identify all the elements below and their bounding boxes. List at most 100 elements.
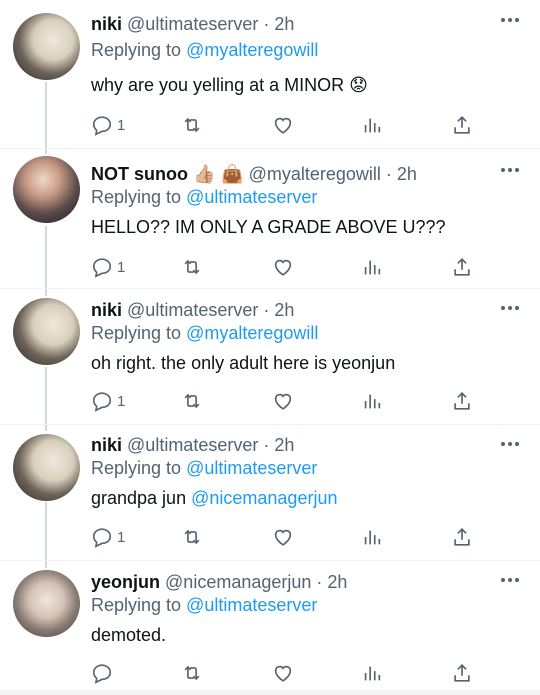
- avatar[interactable]: [13, 434, 80, 501]
- reply-icon: [92, 392, 112, 412]
- replying-to-mention[interactable]: @ultimateserver: [186, 187, 317, 207]
- avatar[interactable]: [13, 156, 80, 223]
- retweet-button[interactable]: [181, 388, 203, 414]
- reply-button[interactable]: 1: [91, 524, 125, 550]
- timestamp[interactable]: 2h: [327, 572, 347, 592]
- reply-button[interactable]: 1: [91, 254, 125, 280]
- views-icon: [364, 530, 381, 545]
- reply-button[interactable]: 1: [91, 388, 125, 414]
- share-icon: [454, 664, 470, 682]
- retweet-icon: [184, 259, 200, 275]
- tweet[interactable]: NOT sunoo 👍🏼 👜 @myalteregowill · 2h Repl…: [0, 148, 540, 288]
- tweet-text-body: grandpa jun: [91, 488, 187, 508]
- heart-icon: [274, 393, 292, 410]
- timestamp[interactable]: 2h: [274, 300, 294, 320]
- share-button[interactable]: [451, 660, 473, 686]
- heart-icon: [274, 259, 292, 276]
- views-button[interactable]: [361, 254, 383, 280]
- display-name[interactable]: yeonjun: [91, 572, 160, 592]
- like-button[interactable]: [272, 388, 294, 414]
- share-icon: [454, 116, 470, 134]
- replying-to: Replying to @ultimateserver: [91, 456, 317, 480]
- tweet-text-body: why are you yelling at a MINOR: [91, 75, 345, 95]
- separator-dot: ·: [263, 300, 270, 320]
- replying-to-label: Replying to: [91, 595, 182, 615]
- reply-button[interactable]: [91, 660, 117, 686]
- tweet-mention[interactable]: @nicemanagerjun: [191, 488, 337, 508]
- views-icon: [364, 394, 381, 409]
- views-button[interactable]: [361, 524, 383, 550]
- retweet-button[interactable]: [181, 660, 203, 686]
- replying-to: Replying to @myalteregowill: [91, 38, 318, 62]
- views-button[interactable]: [361, 660, 383, 686]
- separator-dot: ·: [316, 572, 323, 592]
- tweet-actions: 1: [91, 254, 481, 280]
- retweet-icon: [184, 529, 200, 545]
- views-button[interactable]: [361, 388, 383, 414]
- username[interactable]: @nicemanagerjun: [165, 572, 311, 592]
- replying-to-mention[interactable]: @ultimateserver: [186, 458, 317, 478]
- username[interactable]: @ultimateserver: [127, 300, 258, 320]
- tweet-text: HELLO?? IM ONLY A GRADE ABOVE U???: [91, 217, 446, 237]
- share-button[interactable]: [451, 388, 473, 414]
- timestamp[interactable]: 2h: [274, 435, 294, 455]
- retweet-button[interactable]: [181, 254, 203, 280]
- like-button[interactable]: [272, 524, 294, 550]
- separator-dot: ·: [385, 164, 392, 184]
- tweet[interactable]: niki @ultimateserver · 2h Replying to @m…: [0, 288, 540, 424]
- avatar[interactable]: [13, 570, 80, 637]
- tweet-actions: 1: [91, 524, 481, 550]
- timestamp[interactable]: 2h: [397, 164, 417, 184]
- like-button[interactable]: [272, 112, 294, 138]
- display-name[interactable]: NOT sunoo: [91, 164, 188, 184]
- reply-count: 1: [117, 528, 126, 546]
- tweet-text: demoted.: [91, 625, 167, 645]
- avatar[interactable]: [13, 298, 80, 365]
- share-button[interactable]: [451, 112, 473, 138]
- share-button[interactable]: [451, 254, 473, 280]
- timestamp[interactable]: 2h: [274, 14, 294, 34]
- username[interactable]: @myalteregowill: [249, 164, 381, 184]
- tweet-header: niki @ultimateserver · 2h: [91, 298, 294, 322]
- retweet-icon: [184, 393, 200, 409]
- display-name[interactable]: niki: [91, 14, 122, 34]
- tweet[interactable]: niki @ultimateserver · 2h Replying to @u…: [0, 424, 540, 560]
- retweet-button[interactable]: [181, 524, 203, 550]
- more-icon[interactable]: [501, 168, 521, 174]
- replying-to: Replying to @ultimateserver: [91, 185, 317, 209]
- share-button[interactable]: [451, 524, 473, 550]
- replying-to-mention[interactable]: @myalteregowill: [186, 40, 318, 60]
- bottom-edge: [0, 690, 540, 695]
- share-icon: [454, 528, 470, 546]
- more-icon[interactable]: [501, 306, 521, 312]
- more-icon[interactable]: [501, 578, 521, 584]
- reply-count: 1: [117, 392, 126, 410]
- more-icon[interactable]: [501, 18, 521, 24]
- tweet-header: niki @ultimateserver · 2h: [91, 433, 294, 457]
- retweet-button[interactable]: [181, 112, 203, 138]
- tweet[interactable]: niki @ultimateserver · 2h Replying to @m…: [0, 0, 540, 148]
- views-icon: [364, 118, 381, 133]
- display-name-emoji: 👍🏼 👜: [193, 164, 244, 185]
- replying-to-mention[interactable]: @myalteregowill: [186, 323, 318, 343]
- worried-face-emoji: 😟: [349, 75, 368, 96]
- display-name[interactable]: niki: [91, 435, 122, 455]
- more-icon[interactable]: [501, 442, 521, 448]
- username[interactable]: @ultimateserver: [127, 14, 258, 34]
- separator-dot: ·: [263, 435, 270, 455]
- share-icon: [454, 392, 470, 410]
- reply-button[interactable]: 1: [91, 112, 125, 138]
- display-name[interactable]: niki: [91, 300, 122, 320]
- tweet-text: grandpa jun @nicemanagerjun: [91, 486, 337, 510]
- tweet[interactable]: yeonjun @nicemanagerjun · 2h Replying to…: [0, 560, 540, 690]
- views-button[interactable]: [361, 112, 383, 138]
- like-button[interactable]: [272, 660, 294, 686]
- avatar[interactable]: [13, 13, 80, 80]
- share-icon: [454, 258, 470, 276]
- separator-dot: ·: [263, 14, 270, 34]
- replying-to-mention[interactable]: @ultimateserver: [186, 595, 317, 615]
- username[interactable]: @ultimateserver: [127, 435, 258, 455]
- tweet-text: why are you yelling at a MINOR 😟: [91, 73, 368, 98]
- tweet-actions: [91, 660, 481, 686]
- like-button[interactable]: [272, 254, 294, 280]
